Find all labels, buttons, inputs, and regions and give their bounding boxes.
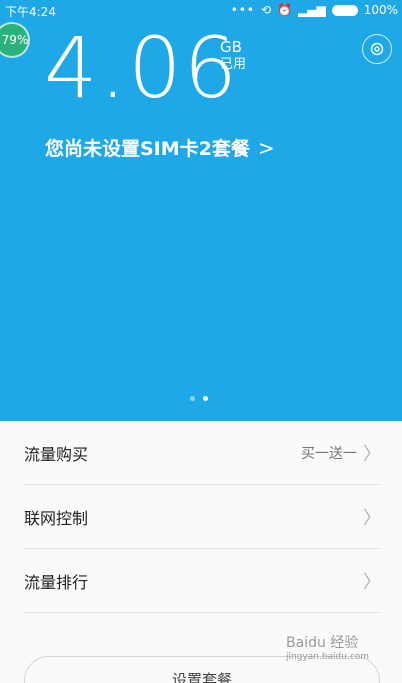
chevron-right-icon: 〉 [363, 571, 381, 593]
sim2-plan-text: 您尚未设置SIM卡2套餐 [45, 138, 250, 160]
sync-icon: ⟲ [260, 3, 272, 17]
alarm-icon: ⏰ [277, 3, 292, 17]
data-used-unit: GB 已用 [220, 38, 246, 74]
page-dot-1[interactable] [190, 396, 195, 401]
battery-icon [331, 4, 358, 16]
menu-item-buy-data[interactable]: 流量购买 买一送一 〉 [24, 421, 381, 485]
page-dot-2[interactable] [203, 396, 208, 401]
menu-item-label: 流量购买 [24, 444, 89, 464]
unit-label: GB [220, 38, 242, 56]
usage-panel: 下午4:24 ••• ⟲ ⏰ ▂▄▆ 100% 79% 4.06 GB 已用 您… [0, 0, 402, 421]
status-bar: 下午4:24 ••• ⟲ ⏰ ▂▄▆ 100% [0, 0, 402, 20]
chevron-right-icon: 〉 [363, 507, 381, 529]
sim2-plan-link[interactable]: 您尚未设置SIM卡2套餐 > [45, 134, 275, 161]
settings-button[interactable] [362, 34, 392, 64]
bubble-percent: 79% [1, 33, 29, 47]
floating-monitor-bubble[interactable]: 79% [0, 22, 30, 58]
more-notifications-icon: ••• [230, 3, 255, 17]
menu-item-label: 联网控制 [24, 508, 89, 528]
menu-item-network-control[interactable]: 联网控制 〉 [24, 485, 381, 549]
watermark-text: Baidu 经验 [286, 635, 359, 651]
chevron-right-icon: > [257, 135, 275, 160]
watermark-url: jingyan.baidu.com [286, 652, 370, 662]
baidu-watermark: Baidu 经验 jingyan.baidu.com [286, 636, 369, 664]
menu-item-label: 流量排行 [24, 572, 89, 592]
battery-level: 100% [363, 3, 398, 17]
gear-icon [370, 42, 384, 56]
menu-item-data-ranking[interactable]: 流量排行 〉 [24, 549, 381, 613]
data-used-value: 4.06 [44, 19, 240, 117]
menu-item-value: 买一送一 [301, 445, 357, 462]
settings-list: 流量购买 买一送一 〉 联网控制 〉 流量排行 〉 [0, 421, 402, 613]
page-indicator [190, 396, 208, 401]
chevron-right-icon: 〉 [363, 443, 381, 465]
signal-icon: ▂▄▆ [298, 3, 326, 17]
set-plan-label: 设置套餐 [171, 671, 232, 683]
unit-caption: 已用 [220, 57, 247, 72]
